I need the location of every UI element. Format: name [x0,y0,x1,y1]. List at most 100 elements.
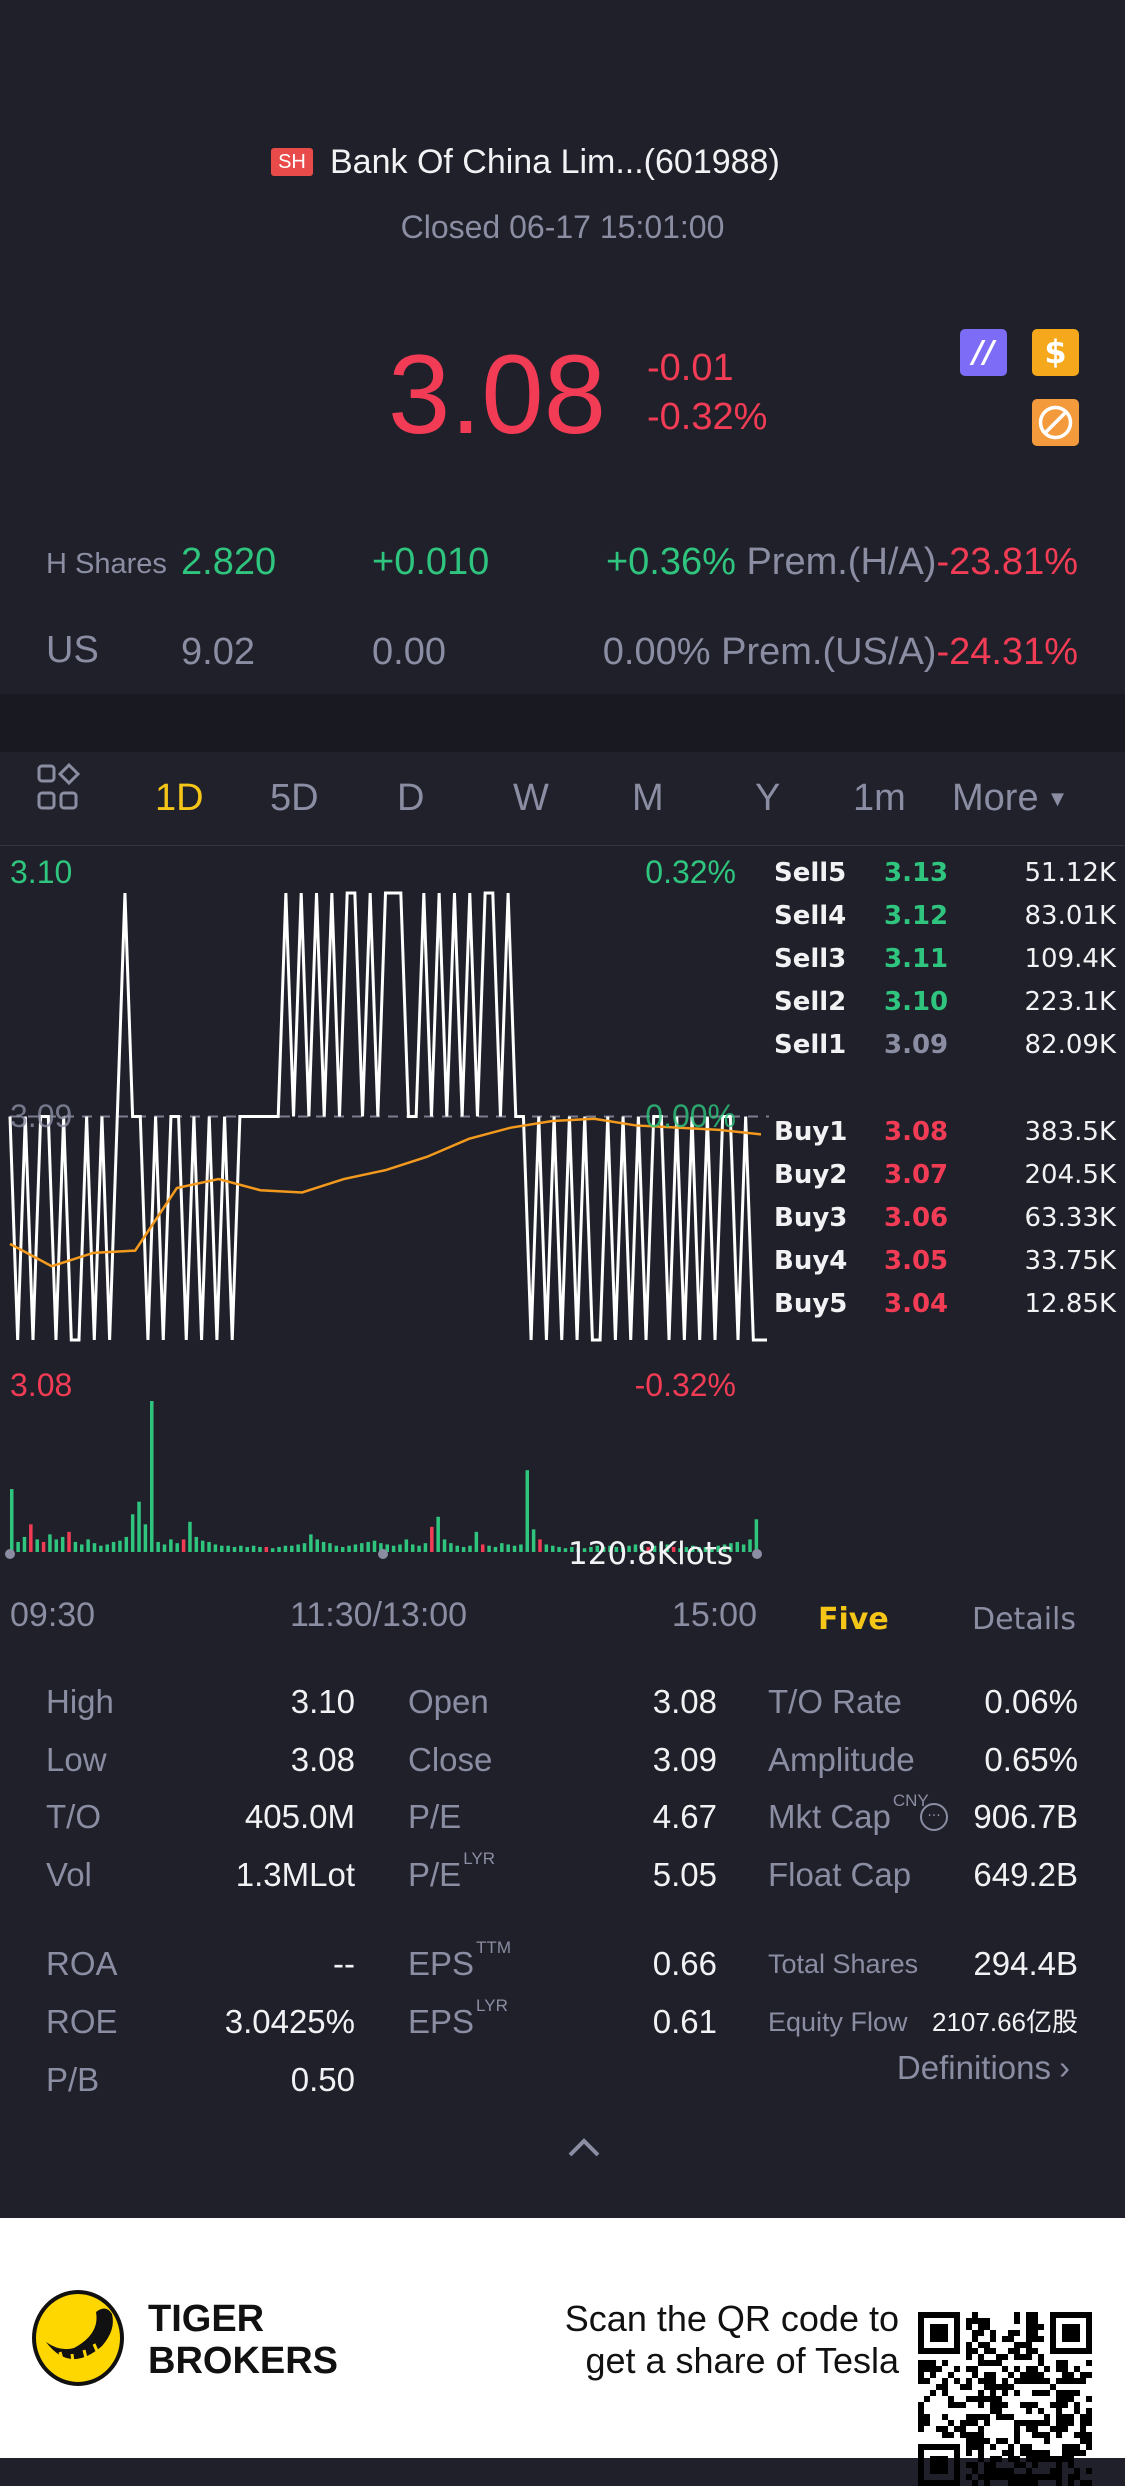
qr-module [1086,2432,1092,2438]
qr-module [1008,2444,1014,2450]
qr-module [1026,2348,1032,2354]
qr-module [990,2360,996,2366]
tab-y[interactable]: Y [755,758,780,838]
qr-module [1056,2474,1062,2480]
no-short-icon[interactable] [1032,399,1079,446]
chart-layout-icon[interactable] [37,762,85,817]
level-price: 3.04 [884,1289,949,1319]
qr-module [1014,2438,1020,2444]
qr-module [984,2348,990,2354]
tab-details[interactable]: Details [972,1600,1076,1640]
qr-module [1056,2378,1062,2384]
volume-bar [283,1545,288,1552]
qr-module [990,2330,996,2336]
qr-module [1044,2438,1050,2444]
qr-module [990,2468,996,2474]
volume-bar [512,1545,517,1552]
qr-module [1014,2348,1020,2354]
stat-value: -- [333,1945,355,1982]
qr-module [978,2414,984,2420]
related-label: H Shares [46,548,167,580]
qr-module [1014,2390,1020,2396]
qr-module [1074,2432,1080,2438]
definitions-link[interactable]: Definitions › [897,2046,1070,2090]
tab-5d[interactable]: 5D [270,758,319,838]
qr-module [966,2384,972,2390]
qr-module [1074,2444,1080,2450]
time-marker-dot [752,1549,762,1559]
tab-1m[interactable]: 1m [853,758,906,838]
qr-module [966,2450,972,2456]
volume-bar [35,1539,39,1552]
qr-module [966,2378,972,2384]
trade-icon[interactable]: // [960,329,1007,376]
qr-module [1014,2480,1020,2486]
level-qty: 33.75K [1024,1246,1116,1276]
qr-module [984,2438,990,2444]
qr-module [1086,2396,1092,2402]
level-price: 3.12 [884,901,949,931]
qr-module [1044,2456,1050,2462]
volume-bar [557,1546,561,1552]
chevron-up-icon[interactable] [566,2135,602,2163]
qr-module [1002,2402,1008,2408]
tab-five[interactable]: Five [818,1600,889,1640]
tab-1d[interactable]: 1D [155,758,204,838]
qr-module [1056,2426,1062,2432]
qr-module [978,2402,984,2408]
qr-module [1044,2390,1050,2396]
volume-bar [220,1545,224,1552]
tab-m[interactable]: M [632,758,664,838]
qr-module [978,2318,984,2324]
tiger-logo [30,2290,126,2390]
qr-module [1068,2390,1074,2396]
qr-module [1074,2450,1080,2456]
x-label-mid: 11:30/13:00 [290,1596,468,1634]
qr-module [990,2378,996,2384]
qr-module [966,2342,972,2348]
qr-module [1062,2450,1068,2456]
qr-module [1020,2420,1026,2426]
level-qty: 204.5K [1024,1160,1116,1190]
qr-module [984,2468,990,2474]
qr-module [1074,2408,1080,2414]
qr-module [1026,2354,1032,2360]
qr-module [942,2384,948,2390]
qr-module [1062,2456,1068,2462]
qr-module [1014,2312,1020,2318]
y-label-mid-pct: 0.00% [645,1098,736,1134]
qr-finder-core [930,2456,948,2474]
tab-more[interactable]: More ▼ [952,758,1068,839]
dollar-icon[interactable]: $ [1032,329,1079,376]
volume-bar [29,1524,33,1552]
related-price: 2.820 [181,541,277,583]
qr-module [1074,2402,1080,2408]
qr-module [996,2474,1002,2480]
brand-name: TIGER BROKERS [148,2298,338,2382]
qr-module [1026,2366,1032,2372]
qr-module [1032,2420,1038,2426]
volume-bar [360,1543,364,1552]
premium-value: -23.81% [936,541,1078,583]
tab-w[interactable]: W [513,758,549,838]
volume-bar [347,1545,351,1552]
qr-module [1038,2432,1044,2438]
stat-value: 0.50 [290,2061,355,2098]
tab-d[interactable]: D [397,758,424,838]
qr-module [1038,2378,1044,2384]
qr-module [978,2432,984,2438]
promo-line1: Scan the QR code to [564,2298,899,2339]
qr-module [948,2402,954,2408]
intraday-chart[interactable] [0,846,770,1586]
qr-module [984,2360,990,2366]
volume-bar [372,1540,377,1552]
qr-module [1050,2426,1056,2432]
level-price: 3.09 [884,1030,949,1060]
qr-module [1008,2348,1014,2354]
volume-bar [105,1544,109,1552]
info-more-icon[interactable]: ··· [920,1803,948,1831]
qr-code[interactable] [918,2312,1092,2486]
volume-bar [748,1539,752,1552]
qr-module [930,2366,936,2372]
qr-module [1086,2468,1092,2474]
